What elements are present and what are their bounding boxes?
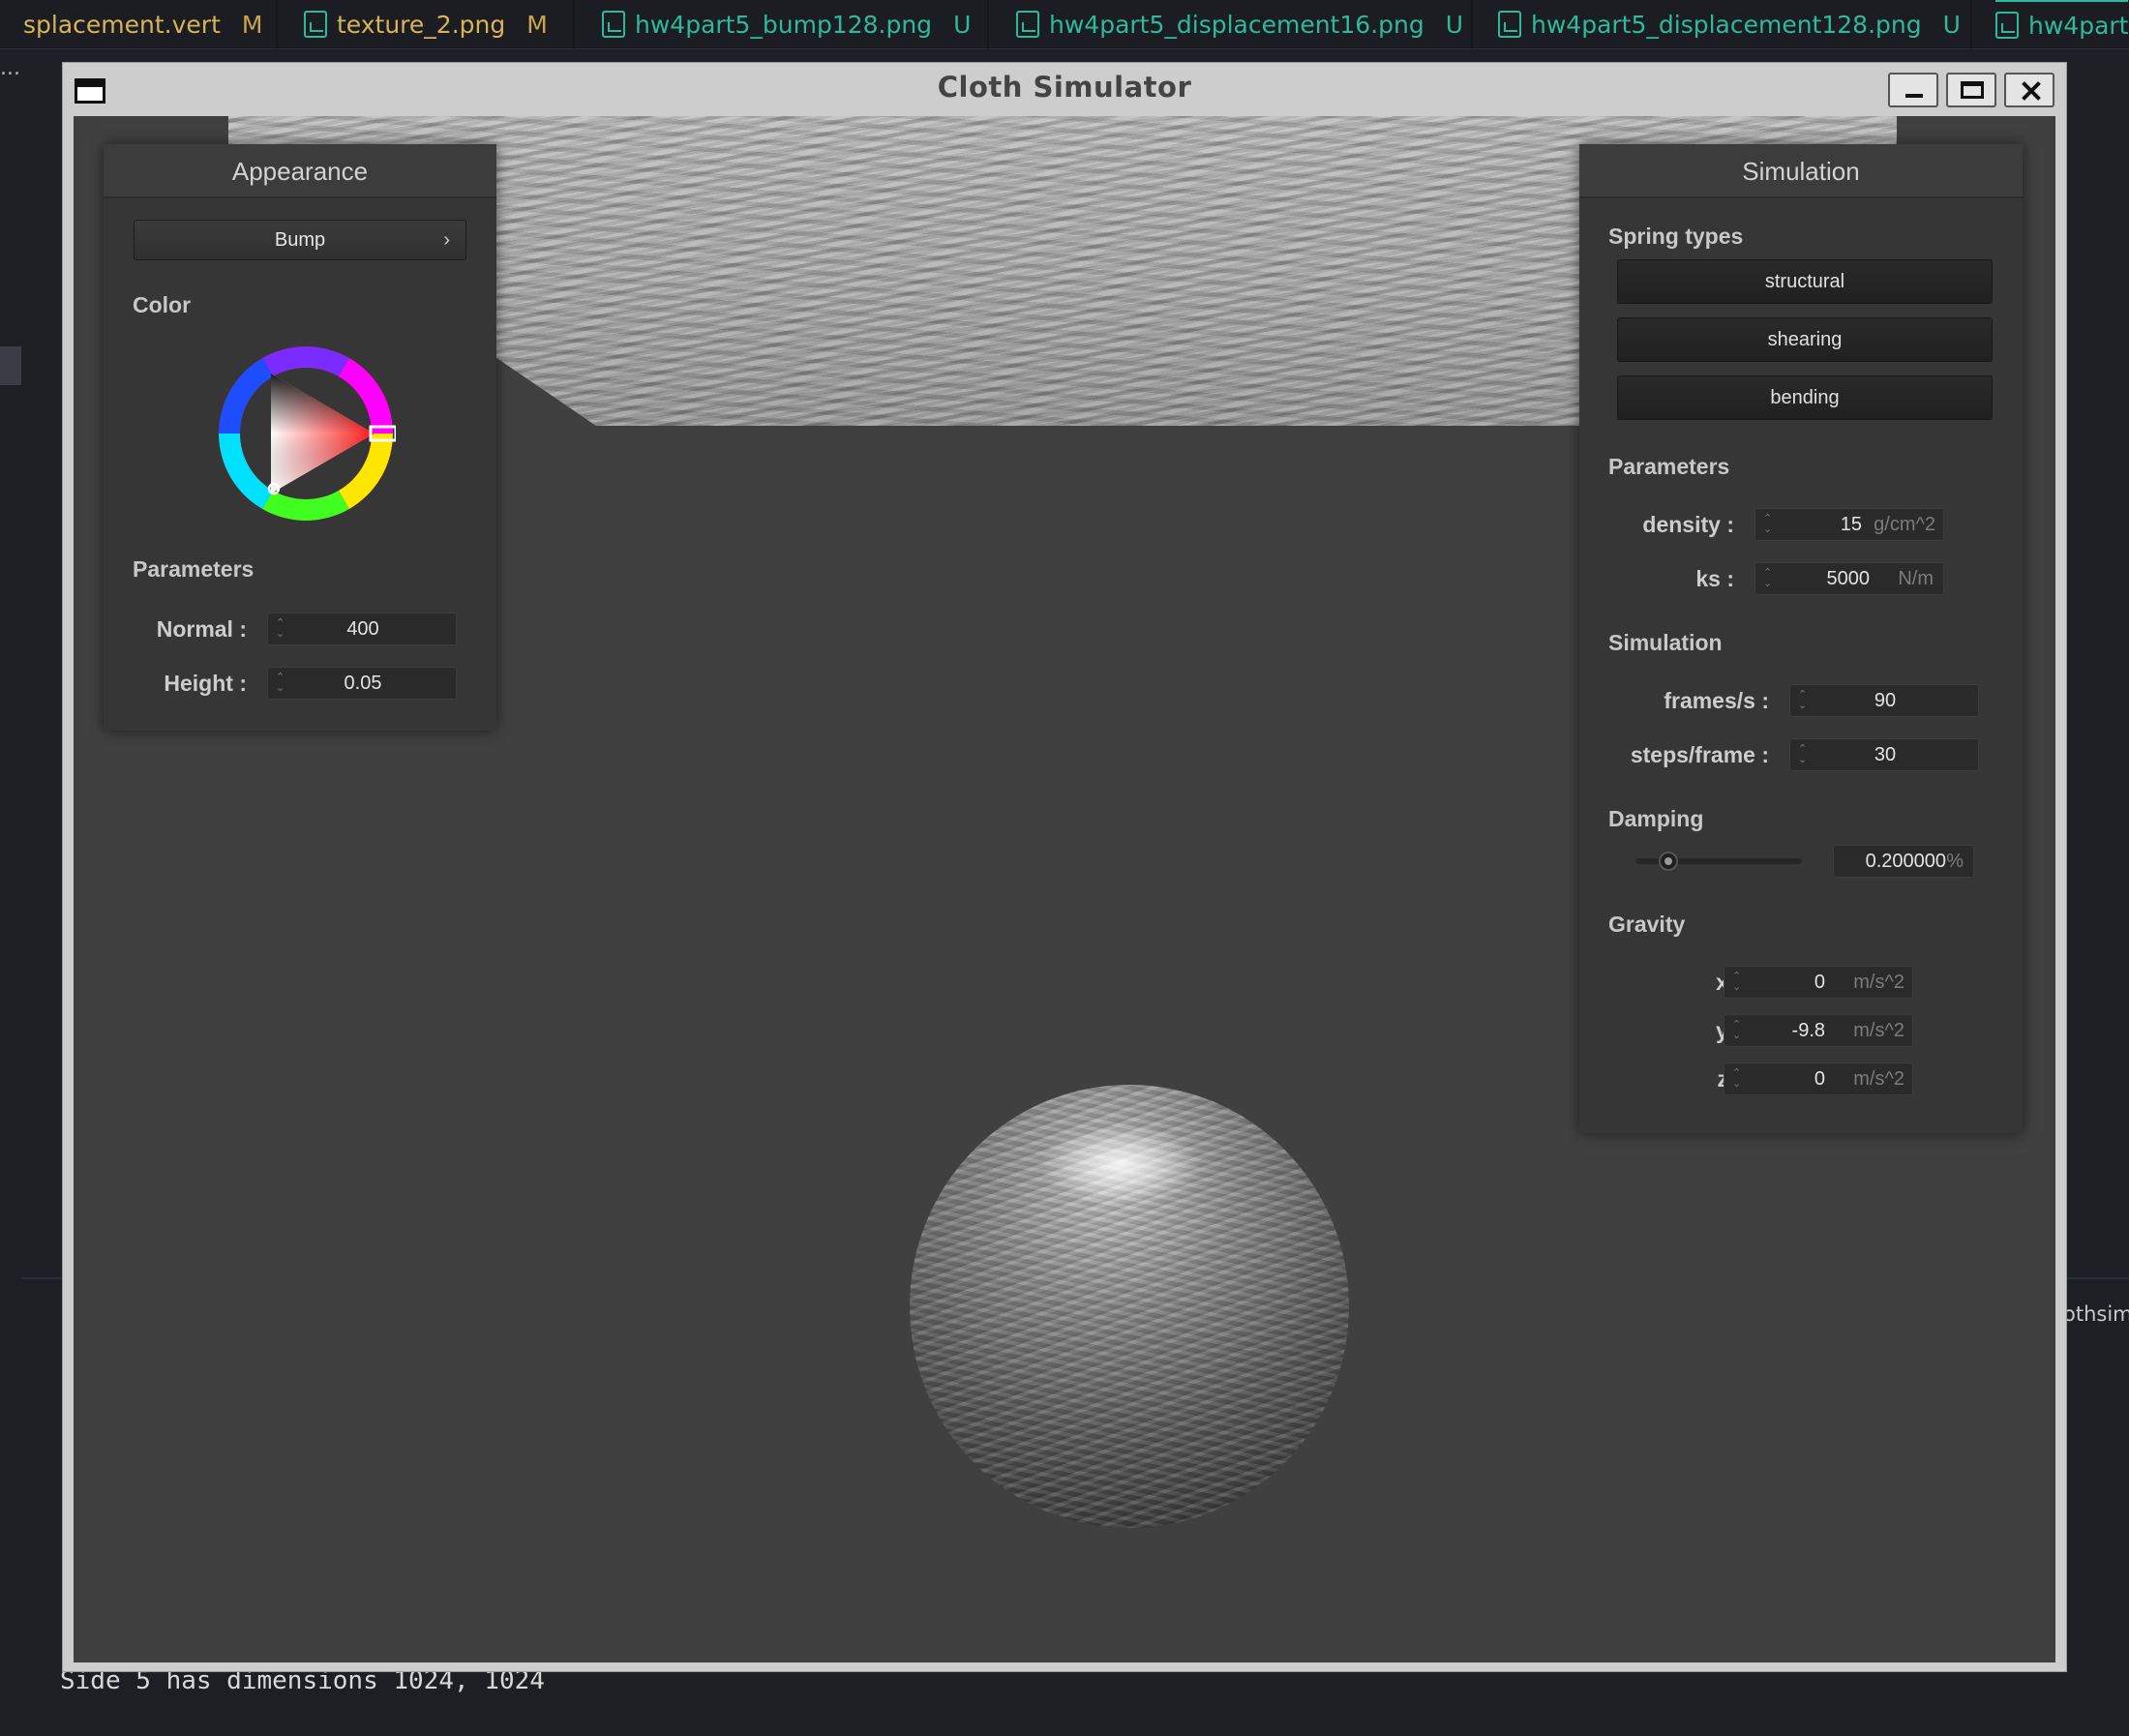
- density-input[interactable]: ⌃ ⌄ 15 g/cm^2: [1754, 508, 1944, 541]
- shearing-toggle[interactable]: shearing: [1617, 317, 1993, 362]
- editor-tab[interactable]: splacement.vert M: [23, 0, 262, 48]
- tab-separator: [1970, 0, 1972, 48]
- editor-tab[interactable]: hw4part5_displacement16.png U: [1016, 0, 1463, 48]
- gravity-z-value: 0: [1814, 1068, 1825, 1090]
- ks-label: ks :: [1695, 566, 1734, 591]
- density-unit: g/cm^2: [1874, 514, 1935, 535]
- simulation-panel: Simulation Spring types structural shear…: [1579, 144, 2023, 1133]
- editor-tab[interactable]: texture_2.png M: [304, 0, 548, 48]
- sphere-object: [910, 1085, 1349, 1528]
- steps-value: 30: [1874, 744, 1897, 765]
- gravity-label: Gravity: [1608, 912, 1686, 937]
- tab-label: hw4part5_displacement16.png: [1049, 10, 1424, 39]
- more-actions-icon[interactable]: ...: [0, 56, 20, 80]
- color-section-label: Color: [133, 292, 192, 317]
- gravity-x-unit: m/s^2: [1853, 972, 1904, 993]
- tab-status: M: [526, 10, 548, 39]
- damping-label: Damping: [1608, 806, 1704, 831]
- density-label: density :: [1642, 512, 1734, 537]
- structural-toggle[interactable]: structural: [1617, 259, 1993, 304]
- tab-status: U: [953, 10, 972, 39]
- gravity-z-unit: m/s^2: [1853, 1068, 1904, 1090]
- tab-separator: [573, 0, 575, 48]
- tab-separator: [1471, 0, 1473, 48]
- tab-label: hw4part5_bump128.png: [635, 10, 933, 39]
- chevron-right-icon: ›: [443, 229, 450, 251]
- sim-params-label: Parameters: [1608, 454, 1730, 479]
- shader-select-label: Bump: [274, 229, 326, 251]
- tab-label: splacement.vert: [23, 10, 221, 39]
- activity-bar-indicator: [0, 346, 21, 385]
- image-file-icon: [602, 11, 625, 38]
- gravity-y-unit: m/s^2: [1853, 1020, 1904, 1041]
- tab-status: U: [1445, 10, 1464, 39]
- steps-label: steps/frame :: [1630, 742, 1769, 767]
- minimize-icon[interactable]: [1888, 73, 1938, 107]
- gravity-x-input[interactable]: ⌃ ⌄ 0 m/s^2: [1724, 966, 1913, 999]
- tab-separator: [987, 0, 989, 48]
- simulation-section-label: Simulation: [1608, 630, 1723, 655]
- normal-value: 400: [346, 618, 379, 640]
- gravity-x-value: 0: [1814, 972, 1825, 993]
- tab-label: hw4part: [2028, 11, 2129, 40]
- cloth-simulator-window: Cloth Simulator Appearance Bump › Color: [62, 62, 2067, 1672]
- spring-types-label: Spring types: [1608, 224, 1744, 249]
- tab-label: texture_2.png: [337, 10, 506, 39]
- spinner-icon[interactable]: ⌃ ⌄: [1763, 514, 1773, 535]
- ks-input[interactable]: ⌃ ⌄ 5000 N/m: [1754, 562, 1944, 595]
- window-title: Cloth Simulator: [937, 71, 1192, 104]
- appearance-header: Appearance: [104, 144, 496, 198]
- bending-toggle[interactable]: bending: [1617, 375, 1993, 420]
- simulation-header: Simulation: [1579, 144, 2023, 198]
- gravity-z-input[interactable]: ⌃ ⌄ 0 m/s^2: [1724, 1063, 1913, 1095]
- tab-status: U: [1942, 10, 1961, 39]
- gravity-y-value: -9.8: [1791, 1020, 1825, 1041]
- spinner-icon[interactable]: ⌃ ⌄: [1763, 568, 1773, 589]
- height-value: 0.05: [344, 673, 382, 694]
- maximize-icon[interactable]: [1946, 73, 1996, 107]
- image-file-icon: [304, 11, 327, 38]
- editor-tab-active[interactable]: hw4part: [1995, 0, 2129, 48]
- damping-input[interactable]: 0.200000 %: [1833, 845, 1974, 878]
- ks-unit: N/m: [1898, 568, 1934, 589]
- image-file-icon: [1995, 12, 2019, 39]
- spinner-icon[interactable]: ⌃ ⌄: [1732, 1020, 1742, 1041]
- normal-input[interactable]: ⌃ ⌄ 400: [267, 613, 457, 645]
- render-viewport[interactable]: Appearance Bump › Color Parameters Norma…: [74, 116, 2055, 1662]
- editor-tab-bar: splacement.vert M texture_2.png M hw4par…: [0, 0, 2129, 49]
- fps-input[interactable]: ⌃ ⌄ 90: [1789, 684, 1979, 717]
- tab-separator: [276, 0, 278, 48]
- fps-value: 90: [1874, 690, 1897, 711]
- damping-value: 0.200000: [1865, 851, 1946, 872]
- editor-tab[interactable]: hw4part5_displacement128.png U: [1498, 0, 1961, 48]
- ks-value: 5000: [1826, 568, 1871, 589]
- spinner-icon[interactable]: ⌃ ⌄: [1732, 1068, 1742, 1090]
- editor-tab[interactable]: hw4part5_bump128.png U: [602, 0, 971, 48]
- color-wheel[interactable]: [216, 344, 396, 524]
- appearance-panel: Appearance Bump › Color Parameters Norma…: [104, 144, 496, 731]
- gravity-y-input[interactable]: ⌃ ⌄ -9.8 m/s^2: [1724, 1014, 1913, 1047]
- close-icon[interactable]: [2004, 73, 2054, 107]
- fps-label: frames/s :: [1664, 688, 1769, 713]
- side-panel-text: othsim: [2063, 1302, 2129, 1326]
- normal-label: Normal :: [156, 616, 247, 642]
- spinner-icon[interactable]: ⌃ ⌄: [1732, 972, 1742, 993]
- image-file-icon: [1016, 11, 1039, 38]
- height-input[interactable]: ⌃ ⌄ 0.05: [267, 667, 457, 700]
- damping-unit: %: [1946, 851, 1964, 872]
- tab-label: hw4part5_displacement128.png: [1531, 10, 1922, 39]
- steps-input[interactable]: ⌃ ⌄ 30: [1789, 738, 1979, 771]
- title-bar[interactable]: Cloth Simulator: [63, 63, 2066, 115]
- image-file-icon: [1498, 11, 1521, 38]
- damping-slider-handle[interactable]: [1659, 852, 1679, 871]
- tab-status: M: [241, 10, 263, 39]
- height-label: Height :: [164, 671, 247, 696]
- appearance-params-label: Parameters: [133, 556, 255, 582]
- density-value: 15: [1840, 514, 1862, 535]
- shader-select-button[interactable]: Bump ›: [134, 220, 466, 260]
